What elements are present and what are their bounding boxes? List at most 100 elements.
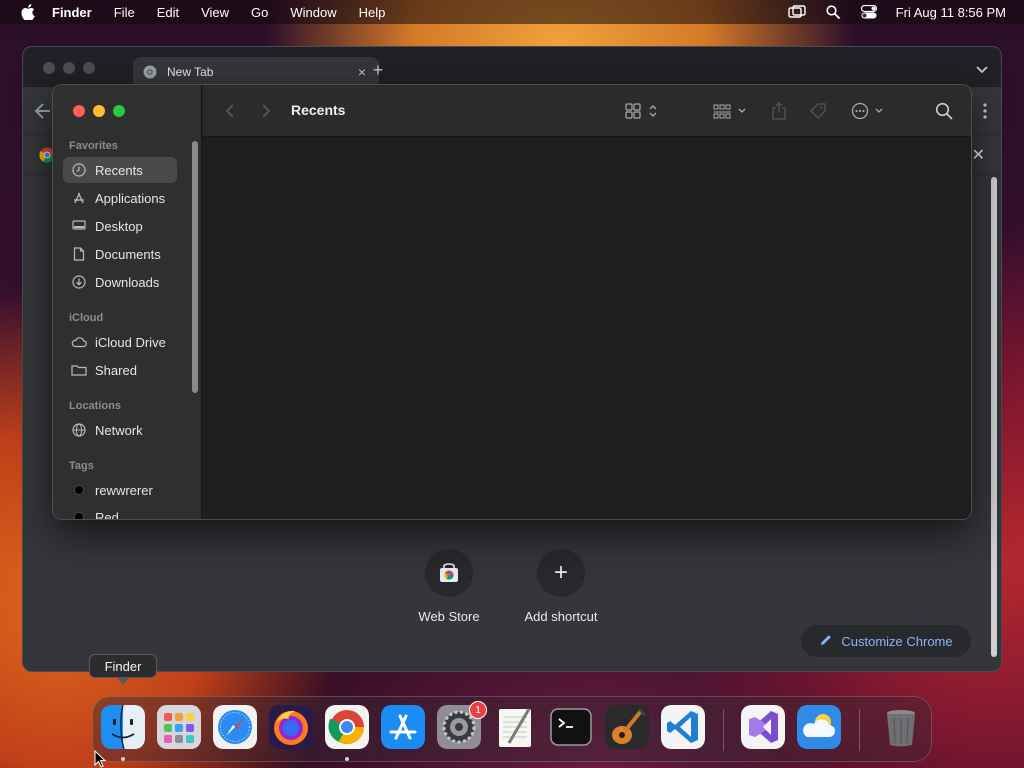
shortcut-label: Web Store — [418, 609, 480, 624]
sidebar-header-locations: Locations — [69, 400, 121, 412]
shortcut-add[interactable]: + Add shortcut — [506, 549, 616, 624]
finder-window: Favorites Recents Applications Desktop D… — [52, 84, 972, 520]
chrome-favicon-icon — [143, 65, 157, 79]
tooltip-arrow — [117, 678, 129, 685]
sidebar-item-label: rewwrerer — [95, 482, 153, 498]
page-scrollbar[interactable] — [989, 177, 999, 657]
shortcut-web-store[interactable]: Web Store — [394, 549, 504, 624]
finder-minimize-button[interactable] — [93, 105, 105, 117]
dock-visual-studio-icon[interactable] — [741, 705, 785, 749]
sidebar-item-recents[interactable]: Recents — [63, 157, 177, 183]
sidebar-item-applications[interactable]: Applications — [63, 185, 177, 211]
control-center-icon[interactable] — [860, 4, 878, 20]
dock-safari-icon[interactable] — [213, 705, 257, 749]
sidebar-item-network[interactable]: Network — [63, 417, 177, 443]
menu-window[interactable]: Window — [290, 5, 336, 20]
globe-icon — [71, 422, 87, 438]
dock-chrome-icon[interactable] — [325, 705, 369, 749]
spotlight-search-icon[interactable] — [824, 4, 842, 20]
finder-forward-icon[interactable] — [261, 101, 271, 121]
chrome-menu-icon[interactable] — [983, 103, 987, 119]
download-icon — [71, 274, 87, 290]
dock-tooltip: Finder — [89, 654, 157, 678]
tag-color-dot — [74, 485, 84, 495]
tab-search-chevron-icon[interactable] — [975, 62, 989, 74]
sidebar-item-label: Applications — [95, 190, 166, 206]
infobar-close-icon[interactable]: ✕ — [972, 145, 985, 165]
dock-weather-icon[interactable] — [797, 705, 841, 749]
sidebar-header-icloud: iCloud — [69, 312, 104, 324]
sidebar-item-label: Network — [95, 422, 143, 438]
sidebar-item-shared[interactable]: Shared — [63, 357, 177, 383]
sidebar-header-tags: Tags — [69, 460, 94, 472]
sidebar-item-desktop[interactable]: Desktop — [63, 213, 177, 239]
menu-edit[interactable]: Edit — [157, 5, 179, 20]
finder-content-area[interactable] — [203, 137, 971, 519]
tab-new-tab[interactable]: New Tab × — [133, 57, 379, 87]
apple-menu-icon[interactable] — [18, 4, 38, 20]
dock-trash-icon[interactable] — [879, 705, 923, 749]
dock-finder-icon[interactable] — [101, 705, 145, 749]
finder-zoom-button[interactable] — [113, 105, 125, 117]
sidebar-scrollbar[interactable] — [192, 141, 198, 393]
dock-firefox-icon[interactable] — [269, 705, 313, 749]
screen-mirroring-icon[interactable] — [787, 4, 806, 20]
back-arrow-icon[interactable] — [33, 101, 53, 121]
sidebar-item-label: Downloads — [95, 274, 160, 290]
sidebar-item-label: Red — [95, 509, 119, 520]
notification-badge: 1 — [469, 701, 487, 719]
menu-view[interactable]: View — [201, 5, 229, 20]
shared-folder-icon — [71, 362, 87, 378]
dock-separator — [723, 709, 724, 751]
icon-view-toggle-icon[interactable] — [625, 101, 659, 121]
desktop-icon — [71, 218, 87, 234]
sidebar-item-label: Desktop — [95, 218, 143, 234]
document-icon — [71, 246, 87, 262]
share-icon[interactable] — [771, 101, 787, 121]
finder-close-button[interactable] — [73, 105, 85, 117]
sidebar-item-icloud-drive[interactable]: iCloud Drive — [63, 329, 177, 355]
scrollbar-thumb[interactable] — [991, 177, 997, 657]
pencil-icon — [819, 633, 833, 650]
group-by-icon[interactable] — [713, 101, 749, 121]
tag-color-dot — [74, 512, 84, 519]
sidebar-item-label: iCloud Drive — [95, 334, 166, 350]
dock-garageband-icon[interactable] — [605, 705, 649, 749]
dock-launchpad-icon[interactable] — [157, 705, 201, 749]
new-tab-button[interactable]: + — [369, 61, 387, 79]
chrome-minimize-light[interactable] — [63, 62, 75, 74]
dock-terminal-icon[interactable] — [549, 705, 593, 749]
applications-icon — [71, 190, 87, 206]
menu-help[interactable]: Help — [359, 5, 386, 20]
chrome-close-light[interactable] — [43, 62, 55, 74]
web-store-icon — [425, 549, 473, 597]
customize-chrome-button[interactable]: Customize Chrome — [801, 625, 971, 657]
finder-back-icon[interactable] — [225, 101, 235, 121]
menu-bar: Finder File Edit View Go Window Help Fri… — [0, 0, 1024, 24]
finder-sidebar: Favorites Recents Applications Desktop D… — [53, 85, 202, 519]
dock-app-store-icon[interactable] — [381, 705, 425, 749]
sidebar-tag-rewwrerer[interactable]: rewwrerer — [63, 477, 177, 503]
more-actions-icon[interactable] — [851, 101, 887, 121]
chrome-zoom-light[interactable] — [83, 62, 95, 74]
menu-app-name[interactable]: Finder — [52, 5, 92, 20]
dock-textedit-icon[interactable] — [493, 705, 537, 749]
finder-search-icon[interactable] — [935, 101, 953, 121]
chrome-tabstrip: New Tab × + — [23, 47, 1001, 87]
tab-title: New Tab — [167, 65, 214, 79]
plus-icon: + — [537, 549, 585, 597]
sidebar-item-downloads[interactable]: Downloads — [63, 269, 177, 295]
tag-icon[interactable] — [809, 101, 827, 121]
finder-toolbar: Recents — [203, 85, 971, 137]
sidebar-item-label: Documents — [95, 246, 161, 262]
tab-close-icon[interactable]: × — [355, 65, 369, 79]
cloud-icon — [71, 334, 87, 350]
sidebar-item-documents[interactable]: Documents — [63, 241, 177, 267]
menu-go[interactable]: Go — [251, 5, 268, 20]
sidebar-header-favorites: Favorites — [69, 140, 118, 152]
menu-file[interactable]: File — [114, 5, 135, 20]
menu-clock[interactable]: Fri Aug 11 8:56 PM — [896, 5, 1006, 20]
dock-vscode-icon[interactable] — [661, 705, 705, 749]
sidebar-tag-red[interactable]: Red — [63, 504, 177, 520]
finder-window-title: Recents — [291, 102, 346, 118]
